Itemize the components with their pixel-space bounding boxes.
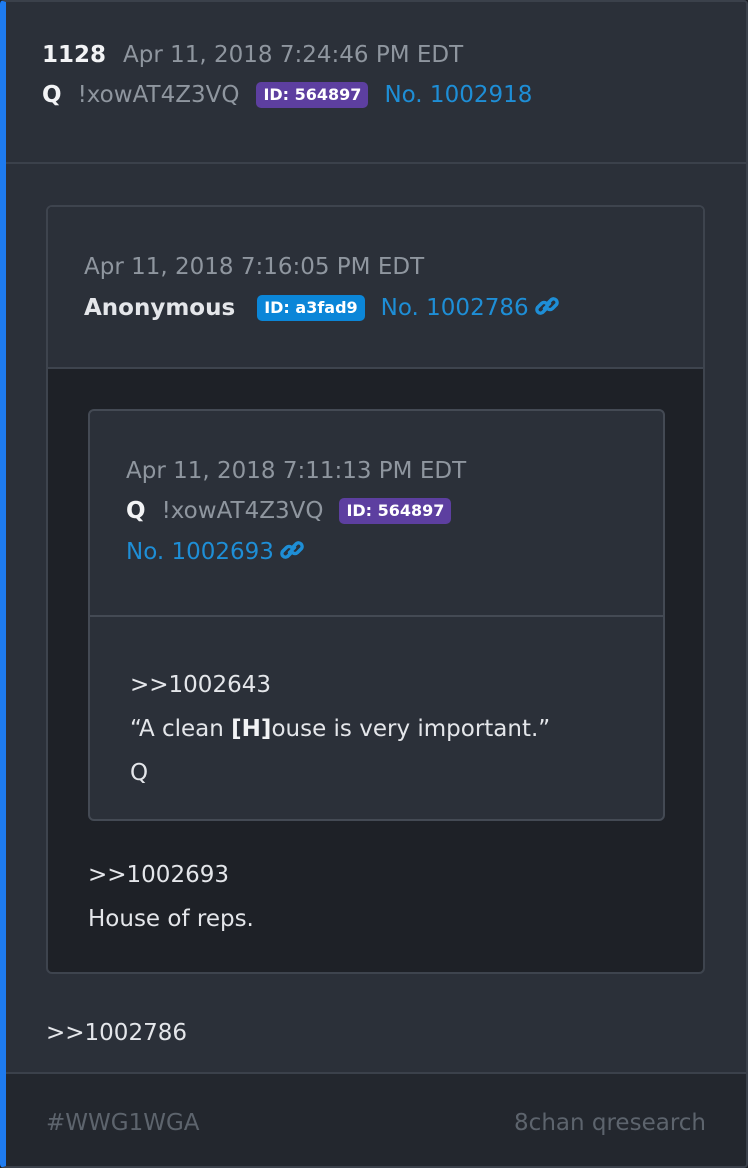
post-number-link[interactable]: No. 1002693 — [126, 539, 274, 565]
quoted-post-date: Apr 11, 2018 7:16:05 PM EDT — [84, 254, 425, 280]
id-badge[interactable]: ID: 564897 — [256, 82, 369, 108]
id-badge[interactable]: ID: 564897 — [339, 498, 452, 524]
source-label: 8chan qresearch — [514, 1110, 706, 1136]
quoted-post-date: Apr 11, 2018 7:11:13 PM EDT — [126, 458, 467, 484]
author-name: Q — [126, 498, 146, 524]
quoted-post-anonymous: Apr 11, 2018 7:16:05 PM EDT Anonymous ID… — [46, 205, 705, 974]
hashtag: #WWG1WGA — [46, 1110, 200, 1136]
post-text-line: “A clean [H]ouse is very important.” — [130, 707, 663, 751]
post-number: 1128 — [42, 42, 107, 68]
text-segment: “A clean — [130, 716, 232, 742]
link-icon[interactable] — [534, 294, 561, 322]
quoted-post-author-row: Q !xowAT4Z3VQ ID: 564897 — [126, 498, 663, 524]
post-footer: #WWG1WGA 8chan qresearch — [6, 1072, 746, 1166]
author-name: Anonymous — [84, 295, 236, 321]
quoted-post-body: >>1002693 House of reps. — [88, 853, 254, 941]
id-badge[interactable]: ID: a3fad9 — [257, 295, 365, 321]
quoted-post-q: Apr 11, 2018 7:11:13 PM EDT Q !xowAT4Z3V… — [88, 409, 665, 821]
author-tripcode: !xowAT4Z3VQ — [77, 82, 240, 108]
post-signature: Q — [130, 760, 149, 786]
quoted-post-body: >>1002643 “A clean [H]ouse is very impor… — [90, 617, 663, 795]
author-name: Q — [42, 82, 62, 108]
link-icon[interactable] — [280, 538, 306, 566]
post-meta-row: 1128 Apr 11, 2018 7:24:46 PM EDT — [42, 42, 746, 68]
post-date: Apr 11, 2018 7:24:46 PM EDT — [123, 42, 464, 68]
post-text-line: House of reps. — [88, 906, 254, 932]
quoted-post-header: Apr 11, 2018 7:16:05 PM EDT Anonymous ID… — [48, 207, 703, 369]
reply-reference[interactable]: >>1002643 — [130, 663, 663, 707]
bold-text: [H] — [231, 716, 272, 742]
text-segment: ouse is very important.” — [271, 716, 551, 742]
quoted-post-author-row: Anonymous ID: a3fad9 No. 1002786 — [84, 294, 703, 322]
post-number-link[interactable]: No. 1002918 — [384, 82, 532, 108]
post-card: 1128 Apr 11, 2018 7:24:46 PM EDT Q !xowA… — [0, 0, 748, 1168]
quoted-post-meta-row: Apr 11, 2018 7:16:05 PM EDT — [84, 254, 703, 280]
reply-reference[interactable]: >>1002786 — [46, 1011, 187, 1055]
author-tripcode: !xowAT4Z3VQ — [161, 498, 324, 524]
quoted-post-number-row: No. 1002693 — [126, 538, 663, 566]
quoted-post-header: Apr 11, 2018 7:11:13 PM EDT Q !xowAT4Z3V… — [90, 411, 663, 617]
reply-reference[interactable]: >>1002693 — [88, 853, 254, 897]
post-body: >>1002786 — [46, 1011, 187, 1055]
quoted-post-meta-row: Apr 11, 2018 7:11:13 PM EDT — [126, 458, 663, 484]
post-author-row: Q !xowAT4Z3VQ ID: 564897 No. 1002918 — [42, 82, 746, 108]
post-header: 1128 Apr 11, 2018 7:24:46 PM EDT Q !xowA… — [6, 2, 746, 164]
post-number-link[interactable]: No. 1002786 — [381, 295, 529, 321]
